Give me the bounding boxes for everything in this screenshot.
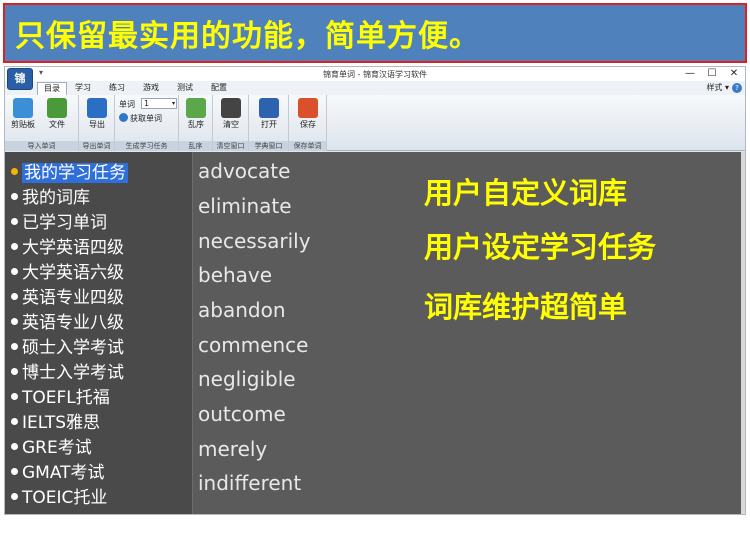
bullet-icon [11,493,18,500]
bullet-icon [11,443,18,450]
word-count-label: 单词 [119,100,135,109]
fetch-words-button[interactable]: 获取单词 [119,113,162,124]
plus-circle-icon [119,113,128,122]
word-item[interactable]: negligible [198,366,296,392]
bullet-icon [11,468,18,475]
open-button[interactable]: 打开 [253,98,285,130]
style-menu[interactable]: 样式 ▾ [706,82,729,93]
save-disk-icon [298,98,318,118]
clear-group: 清空 清空窗口 [213,95,249,151]
task-item-master-exam[interactable]: 硕士入学考试 [11,337,124,359]
book-open-icon [259,98,279,118]
bullet-icon [11,193,18,200]
ribbon-tabs: 目录 学习 练习 游戏 测试 配置 样式 ▾ ? [5,81,745,95]
task-item-phd-exam[interactable]: 博士入学考试 [11,362,124,384]
bullet-icon [11,343,18,350]
export-button[interactable]: 导出 [81,98,113,130]
clipboard-icon [13,98,33,118]
promo-banner: 只保留最实用的功能，简单方便。 [3,3,747,63]
import-group-label: 导入单词 [5,141,78,151]
word-item[interactable]: necessarily [198,228,311,254]
save-group: 保存 保存单词 [289,95,327,151]
word-item[interactable]: merely [198,436,267,462]
bullet-icon [11,318,18,325]
generate-tasks-group: 单词 1 ▾ 获取单词 生成学习任务 [115,95,179,151]
task-item-tem4[interactable]: 英语专业四级 [11,287,124,309]
feature-custom-wordbank: 用户自定义词库 [424,176,628,210]
title-bar: 锦 ▾ 锦育单词 - 锦育汉语学习软件 — ☐ ✕ [5,67,745,90]
clipboard-button[interactable]: 剪贴板 [7,98,39,130]
task-item-toefl[interactable]: TOEFL托福 [11,387,110,409]
export-group-label: 导出单词 [79,141,114,151]
scrollbar[interactable] [741,152,745,514]
tab-catalog[interactable]: 目录 [37,82,67,95]
task-item-ielts[interactable]: IELTS雅思 [11,412,100,434]
bullet-icon [11,368,18,375]
hand-stop-icon [221,98,241,118]
task-item-my-tasks[interactable]: 我的学习任务 [11,162,128,184]
app-logo-icon[interactable]: 锦 [7,68,33,90]
word-item[interactable]: abandon [198,297,286,323]
help-icon[interactable]: ? [732,83,742,93]
tab-test[interactable]: 测试 [171,82,199,95]
word-item[interactable]: advocate [198,158,290,184]
word-item[interactable]: eliminate [198,193,292,219]
task-item-gmat[interactable]: GMAT考试 [11,462,105,484]
tab-study[interactable]: 学习 [69,82,97,95]
task-item-my-wordbank[interactable]: 我的词库 [11,187,90,209]
bullet-icon [11,243,18,250]
minimize-button[interactable]: — [681,67,699,81]
task-item-toeic[interactable]: TOEIC托业 [11,487,107,509]
word-item[interactable]: outcome [198,401,286,427]
open-group: 打开 学典窗口 [249,95,289,151]
word-item[interactable]: behave [198,262,272,288]
main-content: 我的学习任务 我的词库 已学习单词 大学英语四级 大学英语六级 英语专业四级 英… [5,152,745,514]
bullet-icon [11,293,18,300]
feature-custom-tasks: 用户设定学习任务 [424,230,657,264]
clear-group-label: 清空窗口 [213,141,248,151]
save-group-label: 保存单词 [289,141,326,151]
task-item-cet6[interactable]: 大学英语六级 [11,262,124,284]
app-window: 锦 ▾ 锦育单词 - 锦育汉语学习软件 — ☐ ✕ 目录 学习 练习 游戏 测试… [4,66,746,515]
word-item[interactable]: commence [198,332,308,358]
tab-config[interactable]: 配置 [205,82,233,95]
task-item-learned-words[interactable]: 已学习单词 [11,212,107,234]
task-item-tem8[interactable]: 英语专业八级 [11,312,124,334]
word-count-select[interactable]: 1 ▾ [141,98,177,109]
save-button[interactable]: 保存 [292,98,324,130]
tab-games[interactable]: 游戏 [137,82,165,95]
bullet-icon [11,218,18,225]
shuffle-icon [186,98,206,118]
word-item[interactable]: indifferent [198,470,301,496]
window-title: 锦育单词 - 锦育汉语学习软件 [323,70,427,79]
file-icon [47,98,67,118]
bullet-icon [11,418,18,425]
ribbon-toolbar: 剪贴板 文件 导入单词 导出 导出单词 单词 1 ▾ 获取单词 生成学习任务 乱… [5,95,745,151]
close-button[interactable]: ✕ [725,67,743,81]
shuffle-button[interactable]: 乱序 [180,98,212,130]
bullet-icon [11,393,18,400]
maximize-button[interactable]: ☐ [703,67,721,81]
tab-practice[interactable]: 练习 [103,82,131,95]
export-words-group: 导出 导出单词 [79,95,115,151]
bullet-icon [11,268,18,275]
banner-text: 只保留最实用的功能，简单方便。 [15,19,480,54]
export-icon [87,98,107,118]
clear-button[interactable]: 清空 [215,98,247,130]
shuffle-group: 乱序 乱序 [179,95,213,151]
feature-easy-maintenance: 词库维护超简单 [424,290,628,324]
chevron-down-icon: ▾ [171,100,175,107]
task-item-gre[interactable]: GRE考试 [11,437,92,459]
open-group-label: 学典窗口 [249,141,288,151]
task-item-cet4[interactable]: 大学英语四级 [11,237,124,259]
bullet-icon [11,168,18,175]
task-list-panel: 我的学习任务 我的词库 已学习单词 大学英语四级 大学英语六级 英语专业四级 英… [5,152,193,514]
generate-group-label: 生成学习任务 [115,141,178,151]
shuffle-group-label: 乱序 [179,141,212,151]
import-words-group: 剪贴板 文件 导入单词 [5,95,79,151]
file-button[interactable]: 文件 [41,98,73,130]
